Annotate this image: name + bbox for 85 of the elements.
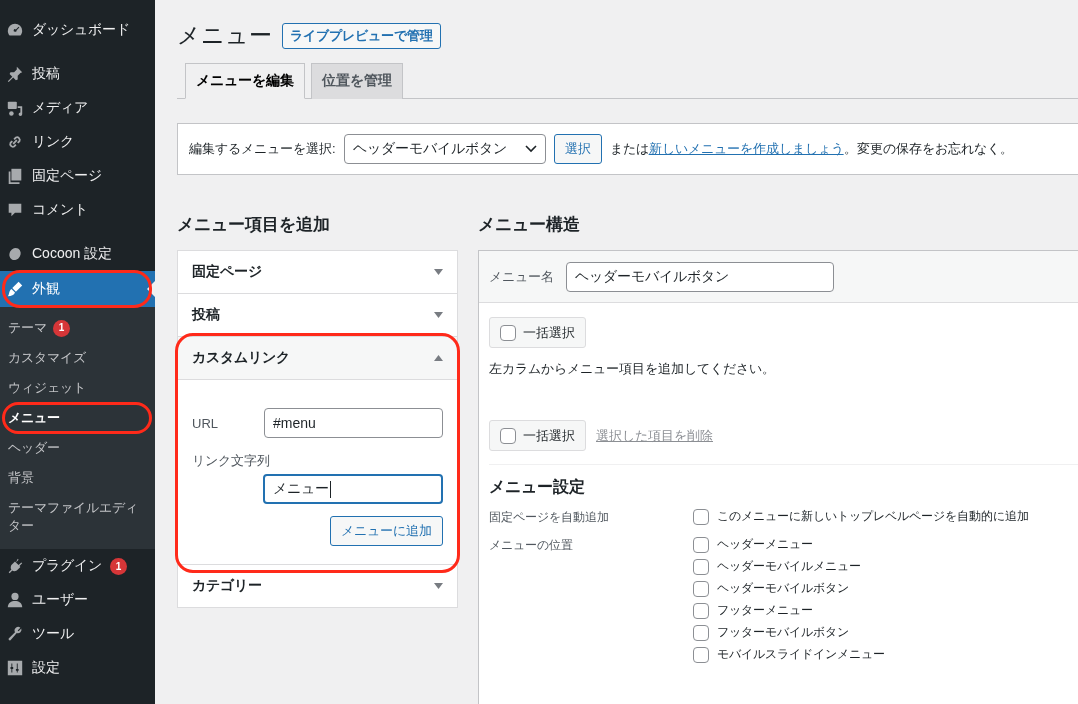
checkbox[interactable] [693, 646, 709, 663]
comment-icon [6, 201, 24, 219]
accordion-title: カテゴリー [192, 577, 262, 595]
sidebar-item[interactable]: ツール [0, 617, 155, 651]
tab[interactable]: 位置を管理 [311, 63, 403, 99]
submenu-item[interactable]: ウィジェット [0, 373, 155, 403]
bulk-select-button[interactable]: 一括選択 [489, 317, 586, 348]
live-preview-button[interactable]: ライブプレビューで管理 [282, 22, 441, 49]
menu-dropdown[interactable]: ヘッダーモバイルボタン [343, 134, 546, 164]
field-label: リンク文字列 [192, 452, 271, 470]
menu-name-field[interactable]: ヘッダーモバイルボタン [566, 261, 834, 292]
sidebar-item[interactable]: メディア [0, 91, 155, 125]
accordion-title: カスタムリンク [192, 349, 290, 367]
sidebar-item[interactable]: 設定 [0, 651, 155, 685]
input-field[interactable]: メニュー [263, 474, 443, 504]
submenu-item[interactable]: カスタマイズ [0, 343, 155, 373]
instruction-text: 左カラムからメニュー項目を追加してください。 [489, 360, 776, 378]
sidebar-item[interactable]: プラグイン 1 [0, 549, 155, 583]
triangle-down-icon [434, 583, 443, 589]
person-icon [6, 591, 24, 609]
option-label: このメニューに新しいトップレベルページを自動的に追加 [717, 508, 1029, 525]
accordion-header[interactable]: カスタムリンク [178, 337, 457, 380]
accordion-header[interactable]: 投稿 [178, 294, 457, 336]
triangle-down-icon [434, 312, 443, 318]
count-badge: 1 [53, 319, 70, 337]
sidebar-item[interactable]: Cocoon 設定 [0, 237, 155, 271]
submenu-item[interactable]: テーマ 1 [0, 313, 155, 343]
setting-label: メニューの位置 [489, 537, 574, 554]
accordion-title: 投稿 [192, 306, 220, 324]
create-menu-sentence: または新しいメニューを作成しましょう。変更の保存をお忘れなく。 [609, 140, 1013, 158]
checkbox[interactable] [500, 427, 516, 444]
setting-label: 固定ページを自動追加 [489, 509, 610, 526]
sidebar-item[interactable]: 外観 [0, 271, 155, 307]
submenu-item[interactable]: 背景 [0, 463, 155, 493]
settings-heading: メニュー設定 [489, 477, 586, 497]
wrench-icon [6, 625, 24, 643]
sidebar-item[interactable]: 固定ページ [0, 159, 155, 193]
brush-icon [6, 280, 24, 298]
select-button[interactable]: 選択 [553, 134, 602, 164]
checkbox[interactable] [693, 536, 709, 553]
accordion-header[interactable]: カテゴリー [178, 565, 457, 607]
option-label: ヘッダーモバイルボタン [717, 580, 849, 597]
tab[interactable]: メニューを編集 [185, 63, 305, 99]
checkbox[interactable] [693, 624, 709, 641]
pin-icon [6, 65, 24, 83]
create-menu-link[interactable]: 新しいメニューを作成しましょう [648, 141, 844, 156]
chevron-down-icon [524, 145, 537, 153]
checkbox[interactable] [693, 602, 709, 619]
checkbox[interactable] [693, 508, 709, 525]
option-label: フッターモバイルボタン [717, 624, 849, 641]
accordion-header[interactable]: 固定ページ [178, 251, 457, 293]
add-to-menu-button[interactable]: メニューに追加 [330, 516, 443, 546]
section-heading: メニュー構造 [478, 214, 581, 236]
checkbox[interactable] [693, 580, 709, 597]
circle-icon [6, 245, 24, 263]
input-field[interactable]: #menu [264, 408, 443, 438]
triangle-down-icon [434, 269, 443, 275]
page-title: メニュー [177, 21, 272, 50]
link-icon [6, 133, 24, 151]
sidebar-item[interactable]: コメント [0, 193, 155, 227]
sidebar-item[interactable]: リンク [0, 125, 155, 159]
field-label: URL [192, 415, 219, 431]
media-icon [6, 99, 24, 117]
option-label: ヘッダーメニュー [717, 536, 813, 553]
sidebar-item[interactable]: ユーザー [0, 583, 155, 617]
pages-icon [6, 167, 24, 185]
submenu-item[interactable]: メニュー [0, 403, 155, 433]
field-label: メニュー名 [489, 267, 554, 286]
sliders-icon [6, 659, 24, 677]
accordion-title: 固定ページ [192, 263, 262, 281]
submenu-item[interactable]: ヘッダー [0, 433, 155, 463]
bulk-select-button[interactable]: 一括選択 [489, 420, 586, 451]
sidebar-item[interactable]: ダッシュボード [0, 13, 155, 47]
checkbox[interactable] [500, 324, 516, 341]
checkbox[interactable] [693, 558, 709, 575]
select-label: 編集するメニューを選択: [189, 140, 336, 158]
option-label: ヘッダーモバイルメニュー [717, 558, 861, 575]
count-badge: 1 [110, 557, 127, 575]
option-label: フッターメニュー [717, 602, 813, 619]
sidebar-item[interactable]: 投稿 [0, 57, 155, 91]
section-heading: メニュー項目を追加 [177, 214, 331, 236]
triangle-up-icon [434, 355, 443, 361]
plug-icon [6, 557, 24, 575]
submenu-item[interactable]: テーマファイルエディター [0, 493, 155, 541]
option-label: モバイルスライドインメニュー [717, 646, 885, 663]
